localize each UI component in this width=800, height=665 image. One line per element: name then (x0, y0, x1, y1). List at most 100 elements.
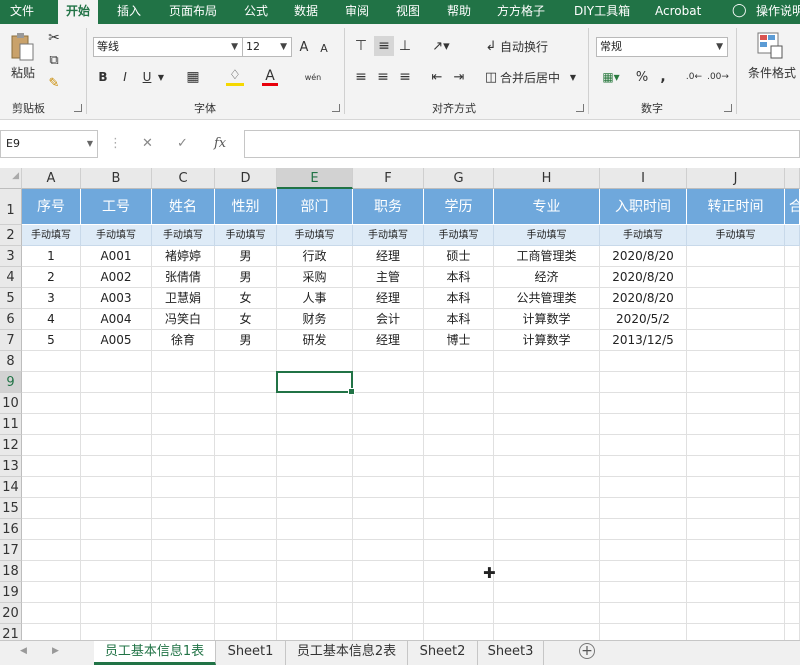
grow-font-button[interactable]: A (296, 38, 312, 56)
empty-cell[interactable] (81, 351, 152, 372)
empty-cell[interactable] (785, 372, 800, 393)
orientation-icon[interactable]: ↗▾ (428, 36, 454, 56)
empty-cell[interactable] (81, 540, 152, 561)
underline-button[interactable]: U (138, 68, 156, 86)
empty-cell[interactable] (785, 498, 800, 519)
empty-cell[interactable] (687, 603, 785, 624)
table-cell[interactable]: 女 (215, 288, 277, 309)
empty-cell[interactable] (600, 414, 687, 435)
tab-help[interactable]: 帮助 (443, 0, 475, 24)
empty-cell[interactable] (81, 582, 152, 603)
table-cell[interactable] (687, 309, 785, 330)
table-cell[interactable]: A004 (81, 309, 152, 330)
empty-cell[interactable] (687, 351, 785, 372)
column-header-g[interactable]: G (424, 168, 494, 189)
shrink-font-button[interactable]: A (316, 40, 332, 56)
table-cell[interactable]: A003 (81, 288, 152, 309)
empty-cell[interactable] (687, 561, 785, 582)
table-header-cell[interactable]: 学历 (424, 189, 494, 225)
currency-icon[interactable]: ▦▾ (598, 68, 624, 86)
empty-cell[interactable] (22, 624, 81, 640)
column-header-h[interactable]: H (494, 168, 600, 189)
selected-cell-e9[interactable] (276, 371, 355, 395)
table-header-cell[interactable]: 工号 (81, 189, 152, 225)
row-header-9[interactable]: 9 (0, 372, 22, 393)
empty-cell[interactable] (494, 624, 600, 640)
empty-cell[interactable] (687, 498, 785, 519)
table-header-cell[interactable]: 入职时间 (600, 189, 687, 225)
empty-cell[interactable] (152, 456, 215, 477)
empty-cell[interactable] (277, 519, 353, 540)
column-header-j[interactable]: J (687, 168, 785, 189)
comma-button[interactable]: , (656, 68, 670, 86)
column-header-partial[interactable] (785, 168, 800, 189)
empty-cell[interactable] (494, 540, 600, 561)
empty-cell[interactable] (277, 624, 353, 640)
align-middle-icon[interactable]: ≡ (374, 36, 394, 56)
borders-icon[interactable]: ▦ (184, 68, 202, 86)
empty-cell[interactable] (494, 414, 600, 435)
empty-cell[interactable] (152, 414, 215, 435)
row-header-13[interactable]: 13 (0, 456, 22, 477)
add-sheet-icon[interactable]: + (579, 643, 595, 659)
row-header-3[interactable]: 3 (0, 246, 22, 267)
conditional-formatting-icon[interactable] (756, 31, 784, 61)
tab-formulas[interactable]: 公式 (240, 0, 272, 24)
empty-cell[interactable] (152, 435, 215, 456)
bold-button[interactable]: B (94, 68, 112, 86)
table-cell[interactable]: A002 (81, 267, 152, 288)
empty-cell[interactable] (424, 498, 494, 519)
empty-cell[interactable] (81, 477, 152, 498)
empty-cell[interactable] (424, 414, 494, 435)
empty-cell[interactable] (494, 351, 600, 372)
empty-cell[interactable] (277, 393, 353, 414)
empty-cell[interactable] (600, 435, 687, 456)
empty-cell[interactable] (81, 624, 152, 640)
empty-cell[interactable] (215, 582, 277, 603)
empty-cell[interactable] (215, 540, 277, 561)
table-header-cell[interactable]: 合 (785, 189, 800, 225)
table-cell[interactable]: 张倩倩 (152, 267, 215, 288)
subheader-cell[interactable]: 手动填写 (152, 225, 215, 246)
empty-cell[interactable] (687, 414, 785, 435)
italic-button[interactable]: I (116, 68, 134, 86)
table-cell[interactable]: 经理 (353, 288, 424, 309)
row-header-17[interactable]: 17 (0, 540, 22, 561)
empty-cell[interactable] (600, 603, 687, 624)
table-cell[interactable]: 3 (22, 288, 81, 309)
conditional-formatting-button[interactable]: 条件格式 (744, 64, 800, 80)
row-header-2[interactable]: 2 (0, 225, 22, 246)
table-cell[interactable]: A005 (81, 330, 152, 351)
empty-cell[interactable] (215, 456, 277, 477)
empty-cell[interactable] (152, 624, 215, 640)
format-painter-icon[interactable]: ✎ (44, 74, 64, 92)
empty-cell[interactable] (494, 477, 600, 498)
tab-acrobat[interactable]: Acrobat (651, 0, 705, 24)
empty-cell[interactable] (687, 477, 785, 498)
empty-cell[interactable] (687, 519, 785, 540)
empty-cell[interactable] (424, 477, 494, 498)
table-cell[interactable] (687, 330, 785, 351)
empty-cell[interactable] (353, 498, 424, 519)
select-all-corner[interactable]: ◢ (0, 168, 22, 189)
empty-cell[interactable] (22, 519, 81, 540)
empty-cell[interactable] (22, 393, 81, 414)
empty-cell[interactable] (785, 435, 800, 456)
column-header-b[interactable]: B (81, 168, 152, 189)
empty-cell[interactable] (22, 477, 81, 498)
empty-cell[interactable] (353, 582, 424, 603)
table-cell[interactable] (785, 246, 800, 267)
table-cell[interactable] (785, 267, 800, 288)
alignment-launcher-icon[interactable] (576, 104, 584, 112)
empty-cell[interactable] (687, 393, 785, 414)
table-cell[interactable]: 女 (215, 309, 277, 330)
table-cell[interactable]: 公共管理类 (494, 288, 600, 309)
table-cell[interactable] (687, 246, 785, 267)
empty-cell[interactable] (424, 393, 494, 414)
table-header-cell[interactable]: 性别 (215, 189, 277, 225)
table-cell[interactable]: 工商管理类 (494, 246, 600, 267)
empty-cell[interactable] (353, 561, 424, 582)
table-cell[interactable]: 主管 (353, 267, 424, 288)
table-cell[interactable]: 2020/8/20 (600, 246, 687, 267)
wrap-text-button[interactable]: 自动换行 (500, 36, 556, 56)
